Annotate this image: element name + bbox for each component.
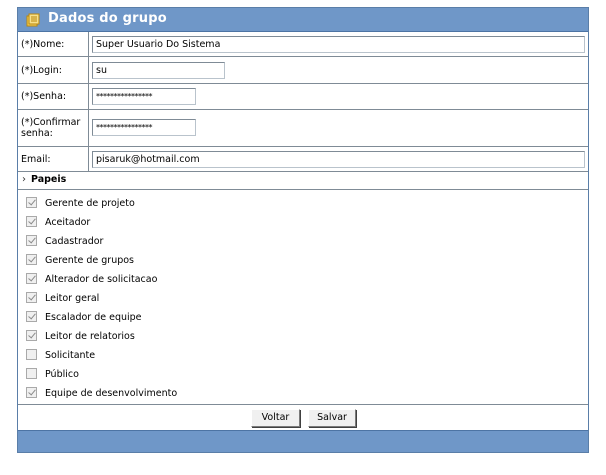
role-checkbox[interactable] xyxy=(26,292,37,303)
role-label: Leitor geral xyxy=(45,293,100,304)
chevron-right-icon: › xyxy=(22,174,26,185)
role-checkbox[interactable] xyxy=(26,254,37,265)
role-checkbox[interactable] xyxy=(26,330,37,341)
role-label: Público xyxy=(45,369,79,380)
role-checkbox[interactable] xyxy=(26,387,37,398)
group-data-panel: Dados do grupo (*)Nome: (*)Login: (*)Sen… xyxy=(17,7,589,453)
row-email: Email: xyxy=(18,147,588,172)
row-confirmar-senha: (*)Confirmar senha: xyxy=(18,110,588,147)
senha-input[interactable] xyxy=(92,88,196,105)
salvar-button[interactable]: Salvar xyxy=(308,409,356,427)
role-label: Cadastrador xyxy=(45,236,104,247)
panel-header: Dados do grupo xyxy=(18,8,588,32)
role-checkbox[interactable] xyxy=(26,197,37,208)
role-checkbox[interactable] xyxy=(26,368,37,379)
row-nome: (*)Nome: xyxy=(18,32,588,57)
role-checkbox[interactable] xyxy=(26,349,37,360)
folder-icon xyxy=(26,13,40,27)
confirmar-senha-input[interactable] xyxy=(92,119,196,136)
nome-input[interactable] xyxy=(92,36,585,53)
role-label: Leitor de relatorios xyxy=(45,331,135,342)
confirmar-senha-label: (*)Confirmar senha: xyxy=(18,110,89,146)
papeis-title: Papeis xyxy=(31,174,67,185)
row-login: (*)Login: xyxy=(18,57,588,84)
papeis-section-header[interactable]: › Papeis xyxy=(18,172,588,190)
role-checkbox[interactable] xyxy=(26,311,37,322)
role-label: Solicitante xyxy=(45,350,96,361)
role-checkbox[interactable] xyxy=(26,235,37,246)
row-senha: (*)Senha: xyxy=(18,84,588,110)
role-label: Aceitador xyxy=(45,217,91,228)
button-bar: Voltar Salvar xyxy=(18,404,588,430)
login-label: (*)Login: xyxy=(18,57,89,83)
senha-label: (*)Senha: xyxy=(18,84,89,109)
role-label: Alterador de solicitacao xyxy=(45,274,158,285)
role-label: Gerente de grupos xyxy=(45,255,135,266)
role-checkbox[interactable] xyxy=(26,216,37,227)
panel-title: Dados do grupo xyxy=(48,11,167,26)
voltar-button[interactable]: Voltar xyxy=(251,409,300,427)
role-label: Gerente de projeto xyxy=(45,198,135,209)
email-input[interactable] xyxy=(92,151,585,168)
login-input[interactable] xyxy=(92,62,225,79)
role-label: Equipe de desenvolvimento xyxy=(45,388,178,399)
nome-label: (*)Nome: xyxy=(18,32,89,56)
role-checkbox[interactable] xyxy=(26,273,37,284)
email-label: Email: xyxy=(18,147,89,171)
role-label: Escalador de equipe xyxy=(45,312,142,323)
panel-footer xyxy=(18,430,588,452)
